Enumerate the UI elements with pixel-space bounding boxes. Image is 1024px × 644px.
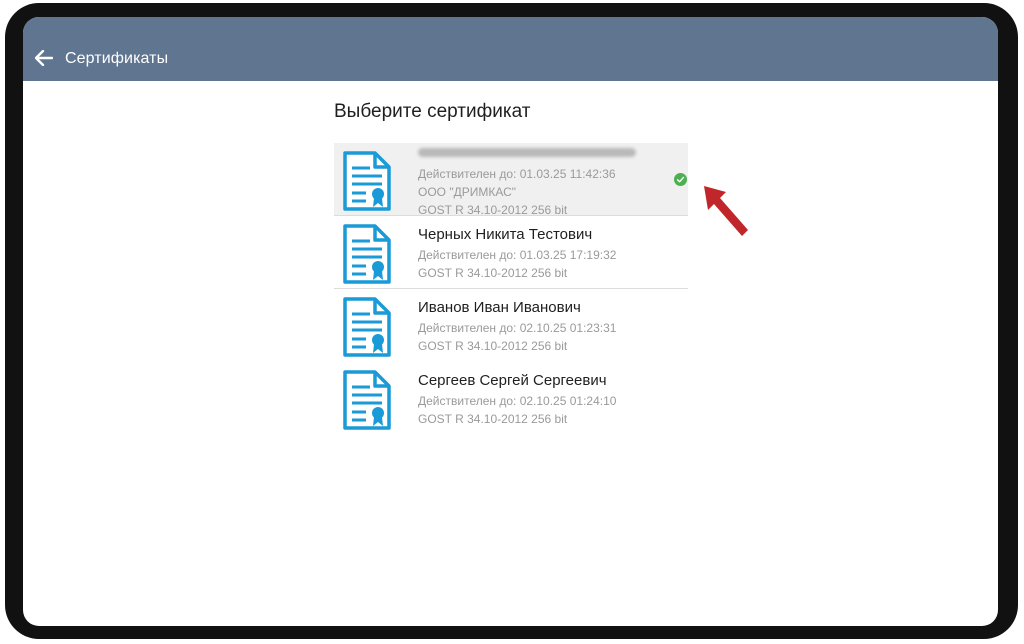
certificate-name: Черных Никита Тестович: [418, 226, 593, 243]
certificate-name-redacted: [418, 148, 636, 157]
certificate-item[interactable]: Черных Никита Тестович Действителен до: …: [334, 216, 688, 289]
certificate-valid-until: Действителен до: 02.10.25 01:23:31: [418, 321, 617, 335]
red-arrow-pointer-icon: [704, 186, 748, 236]
certificate-algorithm: GOST R 34.10-2012 256 bit: [418, 203, 568, 217]
arrow-back-icon: [35, 50, 53, 66]
certificate-valid-until: Действителен до: 02.10.25 01:24:10: [418, 394, 617, 408]
tablet-frame: Сертификаты Выберите сертификат Действит…: [0, 0, 1024, 644]
certificate-item[interactable]: Сергеев Сергей Сергеевич Действителен до…: [334, 362, 688, 435]
page-heading: Выберите сертификат: [334, 101, 531, 122]
selected-status-badge: [674, 173, 687, 186]
certificate-organization: ООО "ДРИМКАС": [418, 185, 517, 199]
back-button[interactable]: [33, 47, 55, 69]
certificate-valid-until: Действителен до: 01.03.25 17:19:32: [418, 248, 617, 262]
certificate-algorithm: GOST R 34.10-2012 256 bit: [418, 412, 568, 426]
certificate-algorithm: GOST R 34.10-2012 256 bit: [418, 339, 568, 353]
certificate-document-icon: [343, 151, 391, 211]
certificate-document-icon: [343, 297, 391, 357]
certificate-name: Иванов Иван Иванович: [418, 299, 581, 316]
app-bar-title: Сертификаты: [65, 50, 169, 67]
certificate-item[interactable]: Иванов Иван Иванович Действителен до: 02…: [334, 289, 688, 362]
app-bar: Сертификаты: [23, 17, 998, 81]
app-screen: Сертификаты Выберите сертификат Действит…: [23, 17, 998, 626]
certificate-item[interactable]: Действителен до: 01.03.25 11:42:36 ООО "…: [334, 143, 688, 217]
certificate-list: Действителен до: 01.03.25 11:42:36 ООО "…: [334, 143, 688, 435]
certificate-valid-until: Действителен до: 01.03.25 11:42:36: [418, 167, 616, 181]
certificate-document-icon: [343, 224, 391, 284]
certificate-document-icon: [343, 370, 391, 430]
certificate-algorithm: GOST R 34.10-2012 256 bit: [418, 266, 568, 280]
check-circle-icon: [676, 176, 685, 183]
certificate-name: Сергеев Сергей Сергеевич: [418, 372, 607, 389]
